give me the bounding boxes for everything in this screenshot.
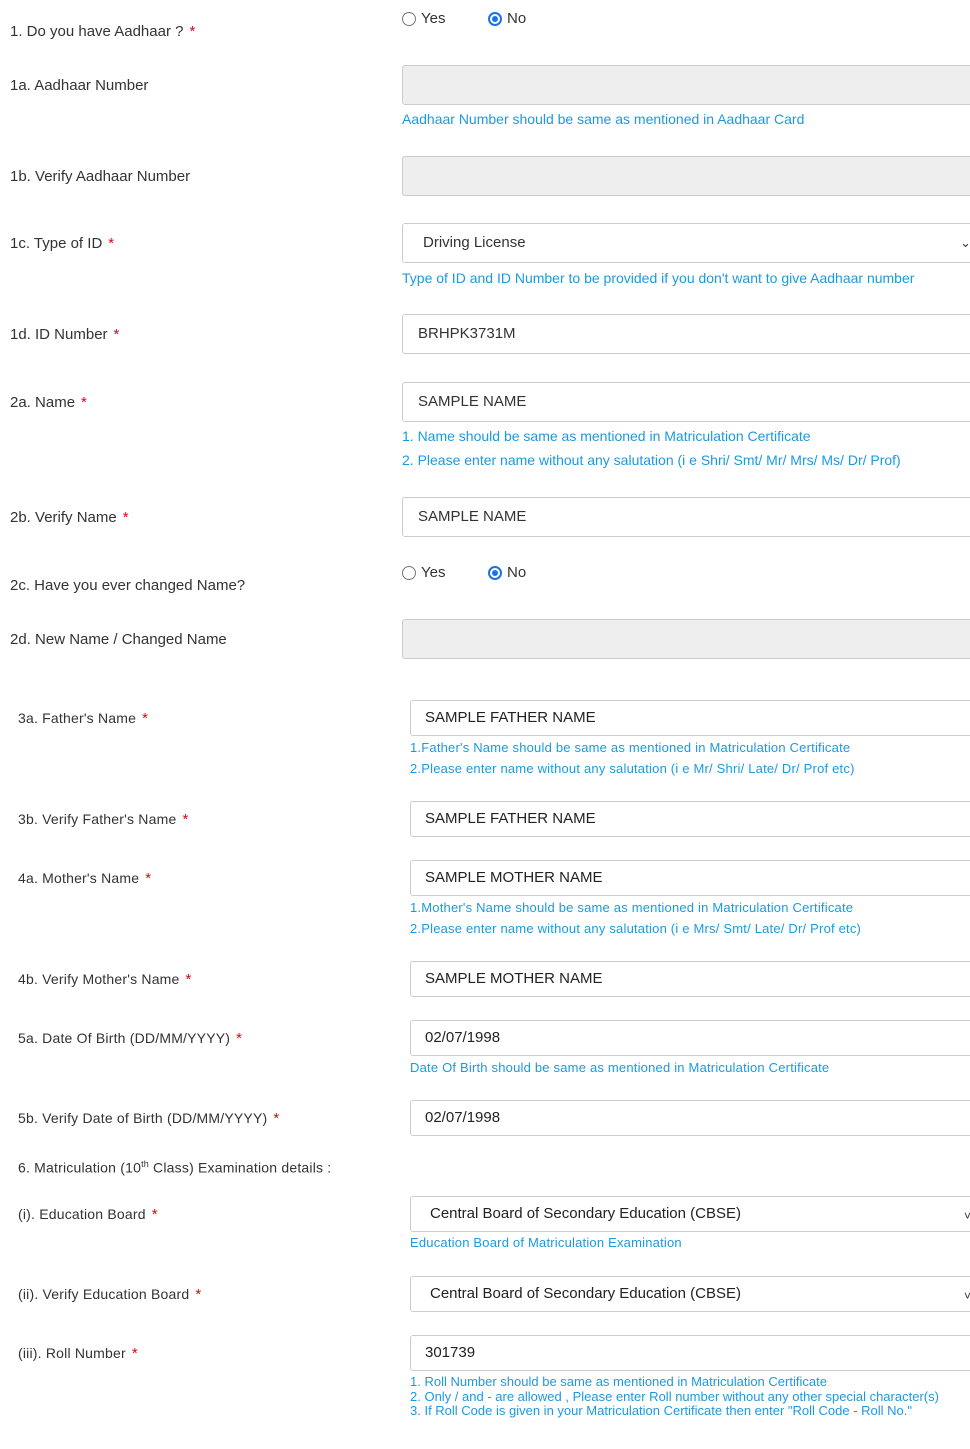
verify-father-name-label: 3b. Verify Father's Name * [18, 811, 189, 828]
id-type-help: Type of ID and ID Number to be provided … [402, 270, 915, 286]
radio-checked-icon [488, 565, 502, 580]
changed-name-yes-radio[interactable]: Yes [402, 564, 445, 581]
changed-name-question-label: 2c. Have you ever changed Name? [10, 577, 246, 594]
aadhaar-number-help: Aadhaar Number should be same as mention… [402, 111, 805, 127]
required-asterisk: * [151, 1206, 158, 1223]
education-board-select[interactable]: Central Board of Secondary Education (CB… [410, 1196, 970, 1232]
chevron-down-icon: ˅ [963, 1209, 970, 1223]
required-asterisk: * [81, 394, 87, 411]
mother-name-input[interactable]: SAMPLE MOTHER NAME [410, 860, 970, 896]
required-asterisk: * [108, 235, 115, 252]
id-type-select[interactable]: Driving License ⌄ [402, 223, 970, 263]
aadhaar-number-label: 1a. Aadhaar Number [10, 77, 149, 94]
verify-aadhaar-input[interactable] [402, 156, 970, 196]
required-asterisk: * [236, 1030, 243, 1047]
roll-number-input[interactable]: 301739 [410, 1335, 970, 1371]
verify-aadhaar-label: 1b. Verify Aadhaar Number [10, 168, 191, 185]
radio-checked-icon [488, 11, 502, 26]
education-board-help: Education Board of Matriculation Examina… [410, 1235, 682, 1250]
required-asterisk: * [113, 326, 120, 343]
required-asterisk: * [195, 1286, 202, 1303]
aadhaar-question-label: 1. Do you have Aadhaar ? * [10, 23, 196, 40]
roll-number-help-2: 2. Only / and - are allowed , Please ent… [410, 1388, 939, 1404]
father-name-input[interactable]: SAMPLE FATHER NAME [410, 700, 970, 736]
mother-name-help-2: 2.Please enter name without any salutati… [410, 921, 862, 936]
new-name-label: 2d. New Name / Changed Name [10, 631, 227, 648]
name-help-2: 2. Please enter name without any salutat… [402, 452, 901, 468]
required-asterisk: * [273, 1110, 280, 1127]
required-asterisk: * [142, 710, 149, 727]
radio-unchecked-icon [402, 11, 416, 26]
name-help-1: 1. Name should be same as mentioned in M… [402, 428, 811, 444]
id-number-label: 1d. ID Number * [10, 326, 120, 343]
father-name-label: 3a. Father's Name * [18, 710, 149, 727]
aadhaar-number-input[interactable] [402, 65, 970, 105]
mother-name-help-1: 1.Mother's Name should be same as mentio… [410, 900, 854, 915]
verify-education-board-label: (ii). Verify Education Board * [18, 1286, 202, 1303]
education-board-label: (i). Education Board * [18, 1206, 158, 1223]
dob-help: Date Of Birth should be same as mentione… [410, 1060, 830, 1075]
father-name-help-1: 1.Father's Name should be same as mentio… [410, 740, 851, 755]
required-asterisk: * [185, 971, 192, 988]
verify-name-label: 2b. Verify Name * [10, 509, 129, 526]
verify-father-name-input[interactable]: SAMPLE FATHER NAME [410, 801, 970, 837]
verify-dob-label: 5b. Verify Date of Birth (DD/MM/YYYY) * [18, 1110, 280, 1127]
mother-name-label: 4a. Mother's Name * [18, 870, 152, 887]
chevron-down-icon: ⌄ [960, 235, 970, 250]
name-input[interactable]: SAMPLE NAME [402, 382, 970, 422]
roll-number-help-1: 1. Roll Number should be same as mention… [410, 1374, 827, 1389]
aadhaar-no-radio[interactable]: No [488, 10, 526, 27]
name-label: 2a. Name * [10, 394, 87, 411]
roll-number-label: (iii). Roll Number * [18, 1345, 138, 1362]
id-number-input[interactable]: BRHPK3731M [402, 314, 970, 354]
verify-mother-name-label: 4b. Verify Mother's Name * [18, 971, 192, 988]
verify-mother-name-input[interactable]: SAMPLE MOTHER NAME [410, 961, 970, 997]
id-type-label: 1c. Type of ID * [10, 235, 115, 252]
required-asterisk: * [189, 23, 196, 40]
dob-input[interactable]: 02/07/1998 [410, 1020, 970, 1056]
roll-number-help: 1. Roll Number should be same as mention… [410, 1374, 940, 1419]
verify-dob-input[interactable]: 02/07/1998 [410, 1100, 970, 1136]
roll-number-help-3: 3. If Roll Code is given in your Matricu… [410, 1403, 913, 1418]
verify-education-board-select[interactable]: Central Board of Secondary Education (CB… [410, 1276, 970, 1312]
changed-name-no-radio[interactable]: No [488, 564, 526, 581]
matriculation-section-heading: 6. Matriculation (10th Class) Examinatio… [18, 1159, 332, 1176]
chevron-down-icon: ˅ [963, 1289, 970, 1303]
radio-unchecked-icon [402, 565, 416, 580]
required-asterisk: * [131, 1345, 138, 1362]
aadhaar-yes-radio[interactable]: Yes [402, 10, 445, 27]
required-asterisk: * [182, 811, 189, 828]
verify-name-input[interactable]: SAMPLE NAME [402, 497, 970, 537]
required-asterisk: * [145, 870, 152, 887]
father-name-help-2: 2.Please enter name without any salutati… [410, 761, 855, 776]
new-name-input[interactable] [402, 619, 970, 659]
required-asterisk: * [122, 509, 129, 526]
dob-label: 5a. Date Of Birth (DD/MM/YYYY) * [18, 1030, 243, 1047]
